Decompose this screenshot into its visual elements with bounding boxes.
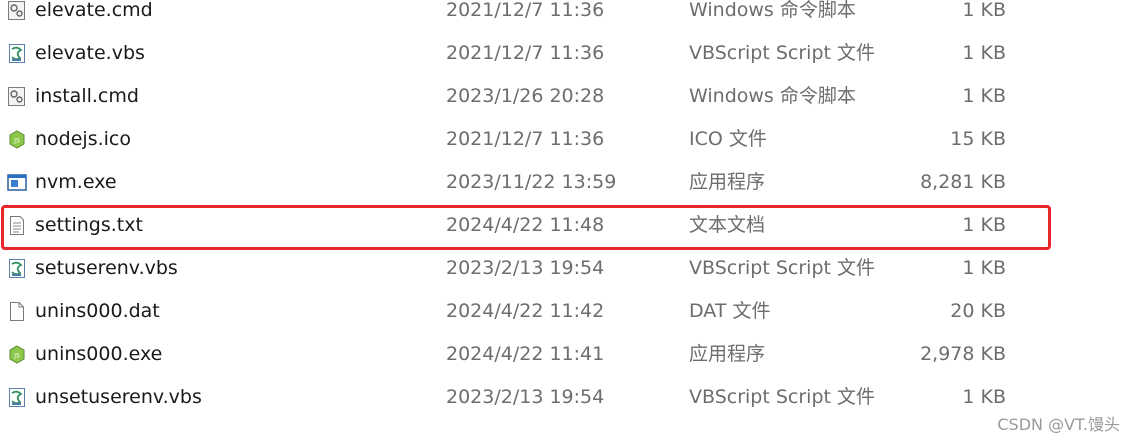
file-date: 2023/11/22 13:59 [446, 171, 617, 193]
file-row-elevate-cmd[interactable]: elevate.cmd 2021/12/7 11:36 Windows 命令脚本… [0, 0, 1128, 32]
file-date: 2024/4/22 11:42 [446, 300, 605, 322]
file-date: 2021/12/7 11:36 [446, 42, 605, 64]
file-type: VBScript Script 文件 [689, 42, 875, 64]
file-size: 1 KB [962, 42, 1006, 64]
file-type: ICO 文件 [689, 128, 767, 150]
file-row-unsetuserenv-vbs[interactable]: unsetuserenv.vbs 2023/2/13 19:54 VBScrip… [0, 376, 1128, 419]
application-window-icon [7, 172, 27, 193]
file-date: 2021/12/7 11:36 [446, 0, 605, 21]
svg-text:JS: JS [13, 138, 20, 145]
file-type: Windows 命令脚本 [689, 85, 856, 107]
file-size: 1 KB [962, 0, 1006, 21]
blank-file-icon [7, 301, 27, 322]
file-size: 1 KB [962, 85, 1006, 107]
file-row-unins000-exe[interactable]: JS unins000.exe 2024/4/22 11:41 应用程序 2,9… [0, 333, 1128, 376]
file-name: setuserenv.vbs [35, 257, 178, 279]
file-type: DAT 文件 [689, 300, 771, 322]
file-size: 1 KB [962, 214, 1006, 236]
file-size: 20 KB [950, 300, 1006, 322]
file-type: 应用程序 [689, 171, 766, 193]
cmd-script-icon [7, 0, 27, 21]
file-name: nvm.exe [35, 171, 117, 193]
vbscript-file-icon [7, 258, 27, 279]
file-list: elevate.cmd 2021/12/7 11:36 Windows 命令脚本… [0, 0, 1128, 419]
nodejs-icon: JS [7, 129, 27, 150]
file-size: 8,281 KB [920, 171, 1006, 193]
file-name: elevate.vbs [35, 42, 145, 64]
file-date: 2023/1/26 20:28 [446, 85, 605, 107]
file-type: Windows 命令脚本 [689, 0, 856, 21]
file-size: 1 KB [962, 257, 1006, 279]
file-name: settings.txt [35, 214, 143, 236]
file-date: 2023/2/13 19:54 [446, 386, 605, 408]
file-date: 2021/12/7 11:36 [446, 128, 605, 150]
file-type: 文本文档 [689, 214, 766, 236]
file-type: 应用程序 [689, 343, 766, 365]
nodejs-icon: JS [7, 344, 27, 365]
vbscript-file-icon [7, 387, 27, 408]
file-name: unins000.dat [35, 300, 160, 322]
file-size: 15 KB [950, 128, 1006, 150]
file-name: elevate.cmd [35, 0, 153, 21]
file-date: 2024/4/22 11:41 [446, 343, 605, 365]
file-type: VBScript Script 文件 [689, 257, 875, 279]
file-date: 2023/2/13 19:54 [446, 257, 605, 279]
file-type: VBScript Script 文件 [689, 386, 875, 408]
file-size: 2,978 KB [920, 343, 1006, 365]
svg-text:JS: JS [13, 353, 20, 360]
text-document-icon [7, 215, 27, 236]
file-row-setuserenv-vbs[interactable]: setuserenv.vbs 2023/2/13 19:54 VBScript … [0, 247, 1128, 290]
file-date: 2024/4/22 11:48 [446, 214, 605, 236]
file-row-nodejs-ico[interactable]: JS nodejs.ico 2021/12/7 11:36 ICO 文件 15 … [0, 118, 1128, 161]
file-row-settings-txt[interactable]: settings.txt 2024/4/22 11:48 文本文档 1 KB [0, 204, 1128, 247]
file-row-install-cmd[interactable]: install.cmd 2023/1/26 20:28 Windows 命令脚本… [0, 75, 1128, 118]
file-row-elevate-vbs[interactable]: elevate.vbs 2021/12/7 11:36 VBScript Scr… [0, 32, 1128, 75]
watermark: CSDN @VT.馒头 [997, 415, 1120, 434]
cmd-script-icon [7, 86, 27, 107]
file-name: nodejs.ico [35, 128, 131, 150]
vbscript-file-icon [7, 43, 27, 64]
file-row-unins000-dat[interactable]: unins000.dat 2024/4/22 11:42 DAT 文件 20 K… [0, 290, 1128, 333]
file-row-nvm-exe[interactable]: nvm.exe 2023/11/22 13:59 应用程序 8,281 KB [0, 161, 1128, 204]
file-name: unins000.exe [35, 343, 163, 365]
file-name: install.cmd [35, 85, 139, 107]
file-name: unsetuserenv.vbs [35, 386, 202, 408]
